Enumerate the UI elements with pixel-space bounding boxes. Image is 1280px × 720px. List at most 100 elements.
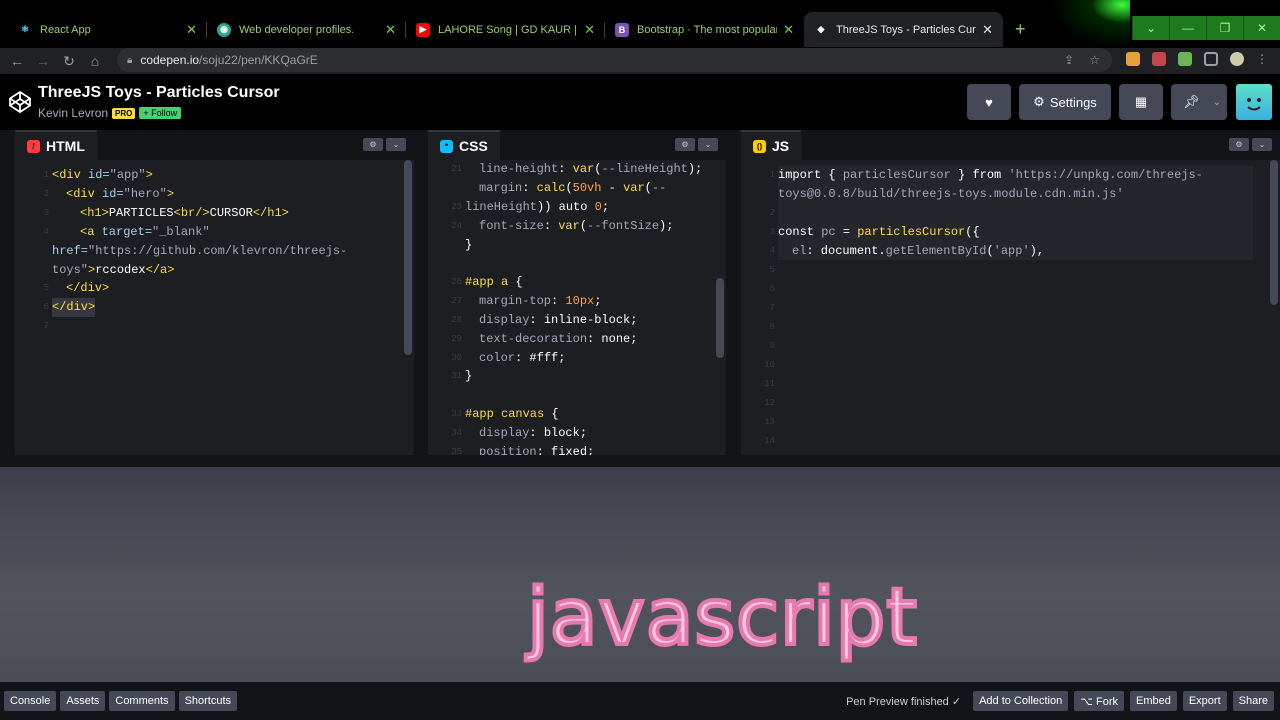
pen-author-row: Kevin Levron PRO + Follow <box>38 106 182 120</box>
browser-tab[interactable]: B Bootstrap · The most popular HT ✕ <box>605 12 804 47</box>
menu-icon[interactable]: ⋮ <box>1256 52 1270 66</box>
export-button[interactable]: Export <box>1182 691 1227 711</box>
author-name[interactable]: Kevin Levron <box>38 106 108 120</box>
close-tab-icon[interactable]: ✕ <box>982 22 993 38</box>
panel-settings-icon[interactable]: ⚙ <box>1229 138 1249 151</box>
follow-button[interactable]: + Follow <box>139 107 182 119</box>
editor-area: / HTML ⚙ ⌄ 1234567 <div id="app"> <div id=… <box>0 130 1280 455</box>
codepen-footer: Console Assets Comments Shortcuts Pen Pr… <box>0 682 1280 720</box>
js-panel-header: () JS ⚙ ⌄ <box>741 130 1280 160</box>
background-glow <box>1050 0 1130 48</box>
browser-tab[interactable]: ⚛ React App ✕ <box>8 12 207 47</box>
preview-status: Pen Preview finished ✓ <box>846 695 962 708</box>
js-code[interactable]: 1 2 3 4 5 6 7 8 9 10 11 12 13 14 import { particlesCu… <box>741 160 1280 455</box>
preview-text: javascript <box>525 571 919 665</box>
shortcuts-button[interactable]: Shortcuts <box>178 691 238 711</box>
address-bar: ← → ↻ ⌂ 🔒︎ codepen.io/soju22/pen/KKQaGrE… <box>0 48 1280 74</box>
js-panel-label: JS <box>772 138 790 154</box>
close-tab-icon[interactable]: ✕ <box>385 22 396 38</box>
window-controls: ⌄ — ❐ ✕ <box>1132 16 1280 40</box>
chevron-down-icon: ⌄ <box>1212 96 1221 108</box>
puzzle-icon[interactable] <box>1178 52 1192 66</box>
browser-tab-bar: ⚛ React App ✕ ◉ Web developer profiles. ✕ ▶ L… <box>0 0 1280 48</box>
pin-icon: 📌︎ <box>1183 94 1200 109</box>
panel-settings-icon[interactable]: ⚙ <box>675 138 695 151</box>
preview-pane: javascript <box>0 455 1280 682</box>
like-button[interactable]: ♥ <box>967 84 1011 120</box>
css-code[interactable]: 21 23 24 26 27 28 29 30 31 33 34 35 line-height: va… <box>428 160 726 455</box>
codepen-icon: ◆ <box>817 24 825 34</box>
console-button[interactable]: Console <box>4 691 57 711</box>
lock-icon: 🔒︎ <box>127 54 133 66</box>
close-tab-icon[interactable]: ✕ <box>584 22 595 38</box>
pen-title: ThreeJS Toys - Particles Cursor <box>38 84 280 101</box>
tab-search-icon[interactable]: ⌄ <box>1132 16 1169 40</box>
js-icon: () <box>753 139 766 153</box>
html-icon: / <box>27 139 40 153</box>
close-tab-icon[interactable]: ✕ <box>186 22 197 38</box>
js-editor-panel: () JS ⚙ ⌄ 1 2 3 4 5 6 7 8 9 10 11 12 13 14 import { par… <box>741 130 1280 455</box>
extension-icon[interactable] <box>1126 52 1140 66</box>
chevron-down-icon[interactable]: ⌄ <box>698 138 718 151</box>
tab-title: ThreeJS Toys - Particles Cursor <box>836 23 977 36</box>
css-panel-label: CSS <box>459 138 488 154</box>
minimize-icon[interactable]: — <box>1169 16 1206 40</box>
assets-button[interactable]: Assets <box>60 691 106 711</box>
reload-icon[interactable]: ↻ <box>56 53 82 70</box>
html-scrollbar[interactable] <box>404 160 412 355</box>
browser-tab[interactable]: ◉ Web developer profiles. ✕ <box>207 12 406 47</box>
new-tab-icon[interactable]: + <box>1015 19 1026 40</box>
url-host: codepen.io <box>140 53 200 67</box>
codepen-logo-icon[interactable] <box>8 90 32 114</box>
html-panel-header: / HTML ⚙ ⌄ <box>15 130 414 160</box>
css-scrollbar[interactable] <box>716 278 724 358</box>
user-avatar[interactable] <box>1236 84 1272 120</box>
browser-tab[interactable]: ▶ LAHORE Song | GD KAUR | Nand ✕ <box>406 12 605 47</box>
site-icon: ◉ <box>217 22 231 37</box>
maximize-icon[interactable]: ❐ <box>1206 16 1243 40</box>
fork-button[interactable]: ⌥ Fork <box>1074 691 1124 711</box>
tab-title: LAHORE Song | GD KAUR | Nand <box>438 23 578 36</box>
close-tab-icon[interactable]: ✕ <box>783 22 794 38</box>
settings-label: Settings <box>1049 94 1097 110</box>
heart-icon: ♥ <box>985 94 993 110</box>
chevron-down-icon[interactable]: ⌄ <box>386 138 406 151</box>
gear-icon: ⚙ <box>1033 94 1045 109</box>
youtube-icon: ▶ <box>416 22 430 37</box>
css-panel-tab[interactable]: * CSS <box>428 130 500 160</box>
html-panel-tab[interactable]: / HTML <box>15 130 97 160</box>
css-icon: * <box>440 139 453 153</box>
pro-badge: PRO <box>112 107 136 119</box>
js-scrollbar[interactable] <box>1270 160 1278 305</box>
extensions: ⋮ <box>1126 52 1270 66</box>
bookmark-star-icon[interactable]: ☆ <box>1089 53 1100 67</box>
profile-avatar[interactable] <box>1230 52 1244 66</box>
layout-icon: ▦ <box>1134 94 1148 109</box>
layout-button[interactable]: ▦ <box>1119 84 1163 120</box>
panel-settings-icon[interactable]: ⚙ <box>363 138 383 151</box>
js-panel-tab[interactable]: () JS <box>741 130 802 160</box>
url-path: /soju22/pen/KKQaGrE <box>199 53 318 67</box>
share-icon[interactable]: ⇪ <box>1064 53 1074 67</box>
add-to-collection-button[interactable]: Add to Collection <box>973 691 1069 711</box>
back-icon[interactable]: ← <box>4 53 30 69</box>
react-icon: ⚛ <box>20 24 30 34</box>
home-icon[interactable]: ⌂ <box>82 53 108 69</box>
resize-handle[interactable] <box>0 455 1280 467</box>
extension-icon[interactable] <box>1152 52 1166 66</box>
chevron-down-icon[interactable]: ⌄ <box>1252 138 1272 151</box>
browser-tab-active[interactable]: ◆ ThreeJS Toys - Particles Cursor ✕ <box>804 12 1003 47</box>
css-panel-header: * CSS ⚙ ⌄ <box>428 130 726 160</box>
embed-button[interactable]: Embed <box>1129 691 1177 711</box>
css-editor-panel: * CSS ⚙ ⌄ 21 23 24 26 27 28 29 30 31 33 34 35 line-he… <box>428 130 726 455</box>
sidebar-icon[interactable] <box>1204 52 1218 66</box>
pin-button[interactable]: 📌︎ ⌄ <box>1171 84 1227 120</box>
share-button[interactable]: Share <box>1232 691 1274 711</box>
settings-button[interactable]: ⚙ Settings <box>1019 84 1111 120</box>
tab-title: Web developer profiles. <box>239 23 355 36</box>
url-field[interactable]: 🔒︎ codepen.io/soju22/pen/KKQaGrE ⇪ ☆ <box>117 48 1112 72</box>
html-code[interactable]: 1234567 <div id="app"> <div id="hero"> <… <box>15 160 414 455</box>
comments-button[interactable]: Comments <box>109 691 175 711</box>
close-window-icon[interactable]: ✕ <box>1243 16 1280 40</box>
forward-icon[interactable]: → <box>30 53 56 69</box>
